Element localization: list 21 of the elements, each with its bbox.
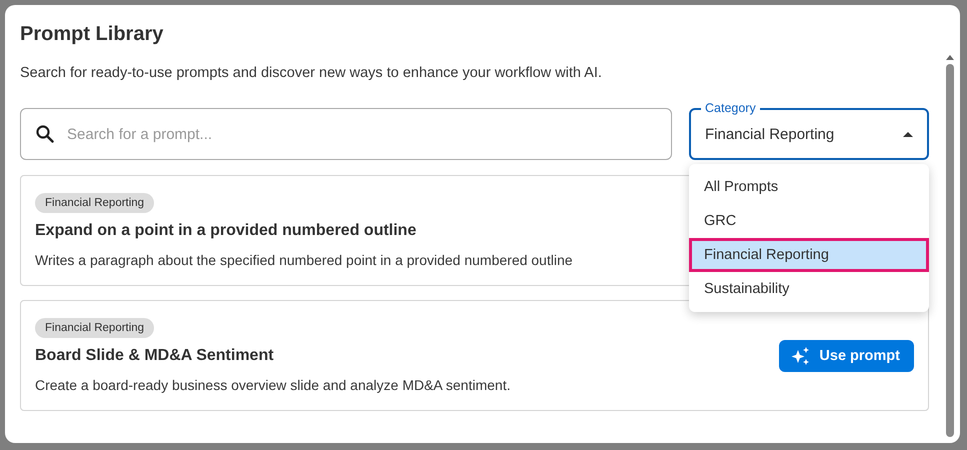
dialog-title: Prompt Library (20, 23, 164, 46)
prompt-description: Create a board-ready business overview slide and analyze MD&A sentiment. (35, 377, 510, 393)
category-option[interactable]: Sustainability (689, 272, 929, 306)
category-option[interactable]: Financial Reporting (689, 238, 929, 272)
category-label: Category (701, 100, 760, 116)
search-icon (36, 125, 54, 143)
search-field[interactable]: Search for a prompt... (20, 108, 672, 160)
scroll-up-icon[interactable] (946, 55, 954, 60)
category-tag: Financial Reporting (35, 193, 154, 213)
prompt-description: Writes a paragraph about the specified numbered point in a provided numbered outline (35, 252, 573, 268)
sparkle-icon (791, 346, 812, 364)
category-tag: Financial Reporting (35, 318, 154, 338)
category-value: Financial Reporting (705, 126, 834, 142)
use-prompt-button[interactable]: Use prompt (779, 340, 914, 372)
category-option[interactable]: All Prompts (689, 170, 929, 204)
caret-icon (903, 132, 913, 136)
dialog-subtitle: Search for ready-to-use prompts and discover new ways to enhance your workflow with AI. (20, 65, 602, 81)
prompt-title: Expand on a point in a provided numbered outline (35, 222, 416, 240)
category-option[interactable]: GRC (689, 204, 929, 238)
prompt-title: Board Slide & MD&A Sentiment (35, 347, 274, 365)
scrollbar-thumb[interactable] (946, 64, 954, 437)
